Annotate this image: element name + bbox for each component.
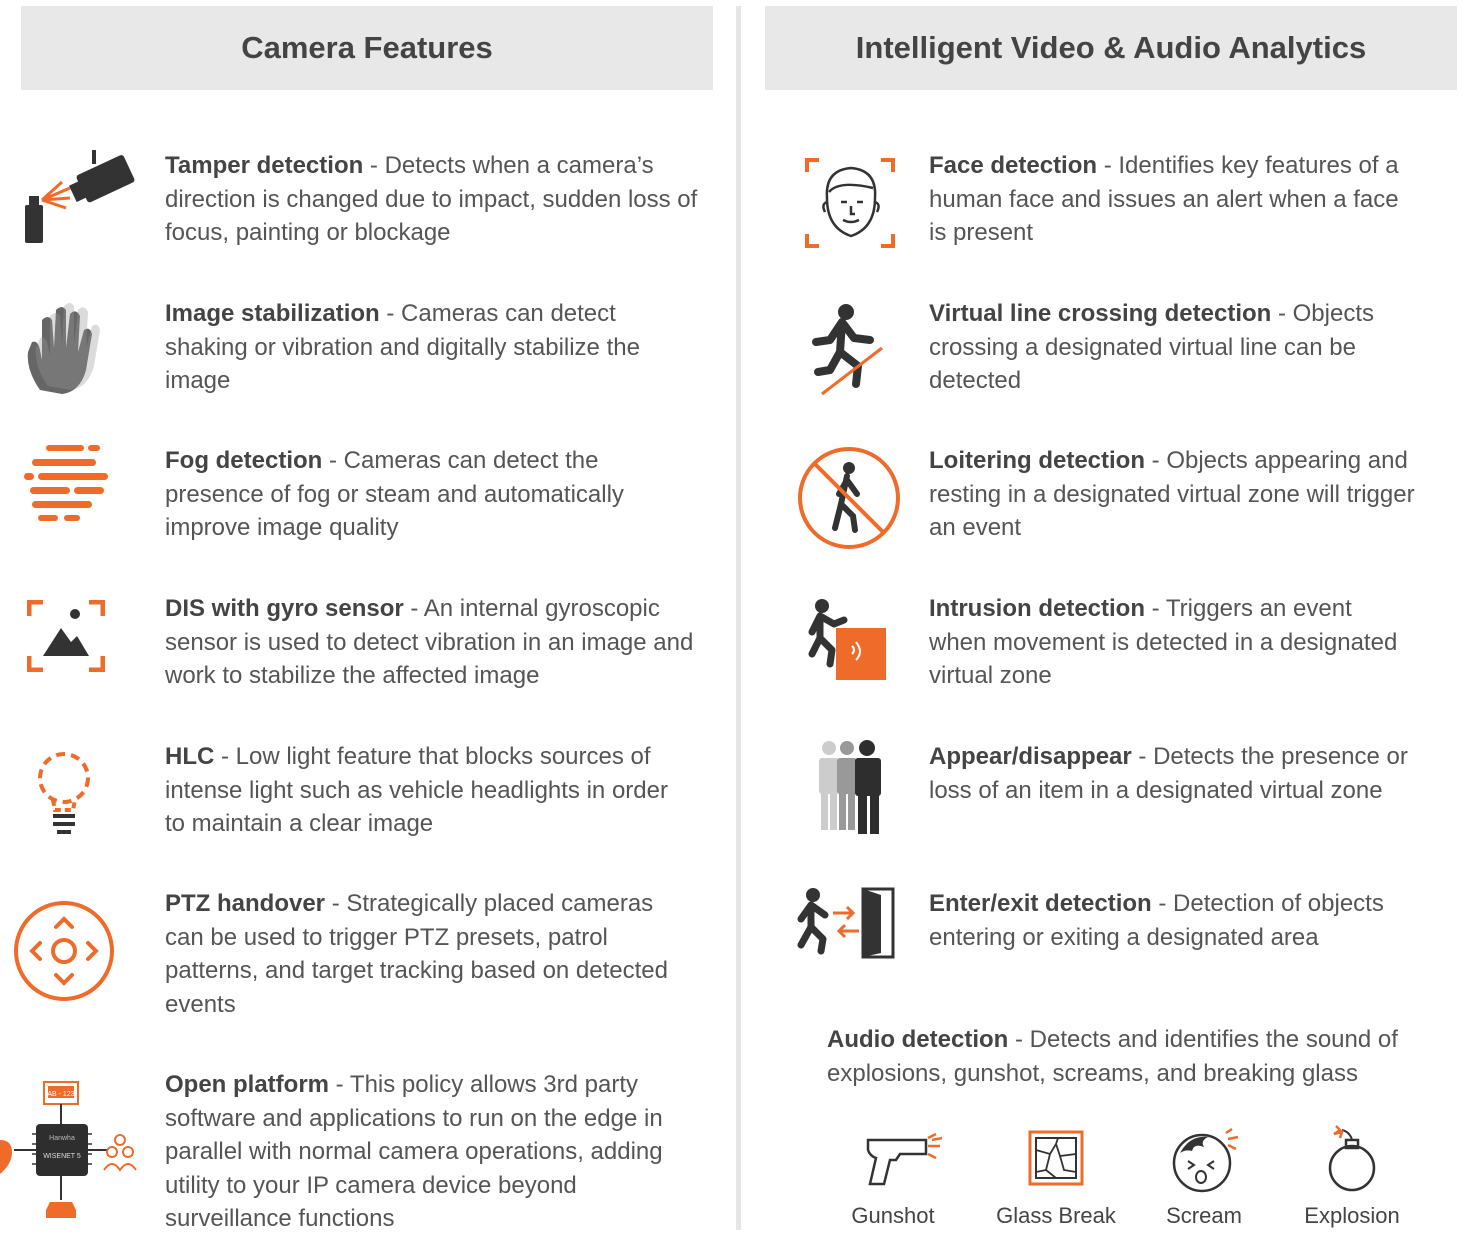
- feature-name: Fog detection: [165, 447, 323, 474]
- feature-audio-detection: Audio detection - Detects and identifies…: [827, 1023, 1427, 1090]
- gun-icon: [866, 1132, 943, 1186]
- feature-image-stabilization: Image stabilization - Cameras can detect…: [165, 297, 665, 398]
- feature-tamper-detection: Tamper detection - Detects when a camera…: [165, 149, 710, 250]
- feature-ptz-handover: PTZ handover - Strategically placed came…: [165, 887, 690, 1021]
- bomb-icon: [1328, 1125, 1376, 1192]
- feature-name: HLC: [165, 743, 215, 770]
- chip-brand: Hanwha: [49, 1135, 75, 1142]
- column-divider: [736, 6, 741, 1230]
- feature-name: Image stabilization: [165, 300, 380, 327]
- feature-enter-exit: Enter/exit detection - Detection of obje…: [929, 887, 1434, 954]
- lightbulb-icon: [38, 752, 90, 834]
- chip-platform-icon: AB - 123 Hanwha WISENET 5: [0, 1081, 137, 1218]
- feature-name: Face detection: [929, 152, 1098, 179]
- enter-exit-icon: [797, 887, 895, 959]
- camera-features-header: Camera Features: [21, 6, 713, 90]
- feature-dis-gyro: DIS with gyro sensor - An internal gyros…: [165, 592, 710, 693]
- audio-label-explosion: Explosion: [1304, 1203, 1400, 1228]
- chip-model: WISENET 5: [43, 1153, 81, 1160]
- audio-label-gunshot: Gunshot: [851, 1203, 935, 1228]
- fading-people-icon: [819, 740, 881, 834]
- face-frame-icon: [805, 158, 895, 248]
- feature-name: Open platform: [165, 1071, 330, 1098]
- framed-image-icon: [27, 600, 105, 672]
- audio-label-glass-break: Glass Break: [996, 1203, 1116, 1228]
- feature-loitering: Loitering detection - Objects appearing …: [929, 444, 1429, 545]
- analytics-header: Intelligent Video & Audio Analytics: [765, 6, 1457, 90]
- no-loitering-icon: [798, 447, 900, 549]
- feature-name: Enter/exit detection: [929, 890, 1152, 917]
- feature-hlc: HLC - Low light feature that blocks sour…: [165, 740, 685, 841]
- feature-name: Intrusion detection: [929, 595, 1145, 622]
- audio-label-scream: Scream: [1166, 1203, 1242, 1228]
- feature-name: PTZ handover: [165, 890, 326, 917]
- broken-glass-icon: [1028, 1130, 1084, 1186]
- feature-line-crossing: Virtual line crossing detection - Object…: [929, 297, 1429, 398]
- shaking-hand-icon: [27, 303, 100, 394]
- fog-icon: [24, 445, 108, 521]
- feature-name: Virtual line crossing detection: [929, 300, 1272, 327]
- feature-open-platform: Open platform - This policy allows 3rd p…: [165, 1068, 705, 1236]
- line-crossing-icon: [812, 304, 883, 396]
- feature-name: DIS with gyro sensor: [165, 595, 404, 622]
- feature-intrusion: Intrusion detection - Triggers an event …: [929, 592, 1404, 693]
- feature-fog-detection: Fog detection - Cameras can detect the p…: [165, 444, 675, 545]
- ptz-control-icon: [14, 901, 114, 1001]
- feature-face-detection: Face detection - Identifies key features…: [929, 149, 1409, 250]
- feature-name: Tamper detection: [165, 152, 364, 179]
- spray-camera-icon: [25, 150, 135, 243]
- intrusion-icon: [808, 599, 886, 680]
- feature-name: Loitering detection: [929, 447, 1145, 474]
- plate-text: AB - 123: [47, 1091, 74, 1098]
- feature-name: Audio detection: [827, 1026, 1009, 1053]
- feature-desc: - Low light feature that blocks sources …: [165, 743, 668, 837]
- screaming-face-icon: [1172, 1127, 1239, 1193]
- feature-name: Appear/disappear: [929, 743, 1132, 770]
- feature-appear-disappear: Appear/disappear - Detects the presence …: [929, 740, 1419, 807]
